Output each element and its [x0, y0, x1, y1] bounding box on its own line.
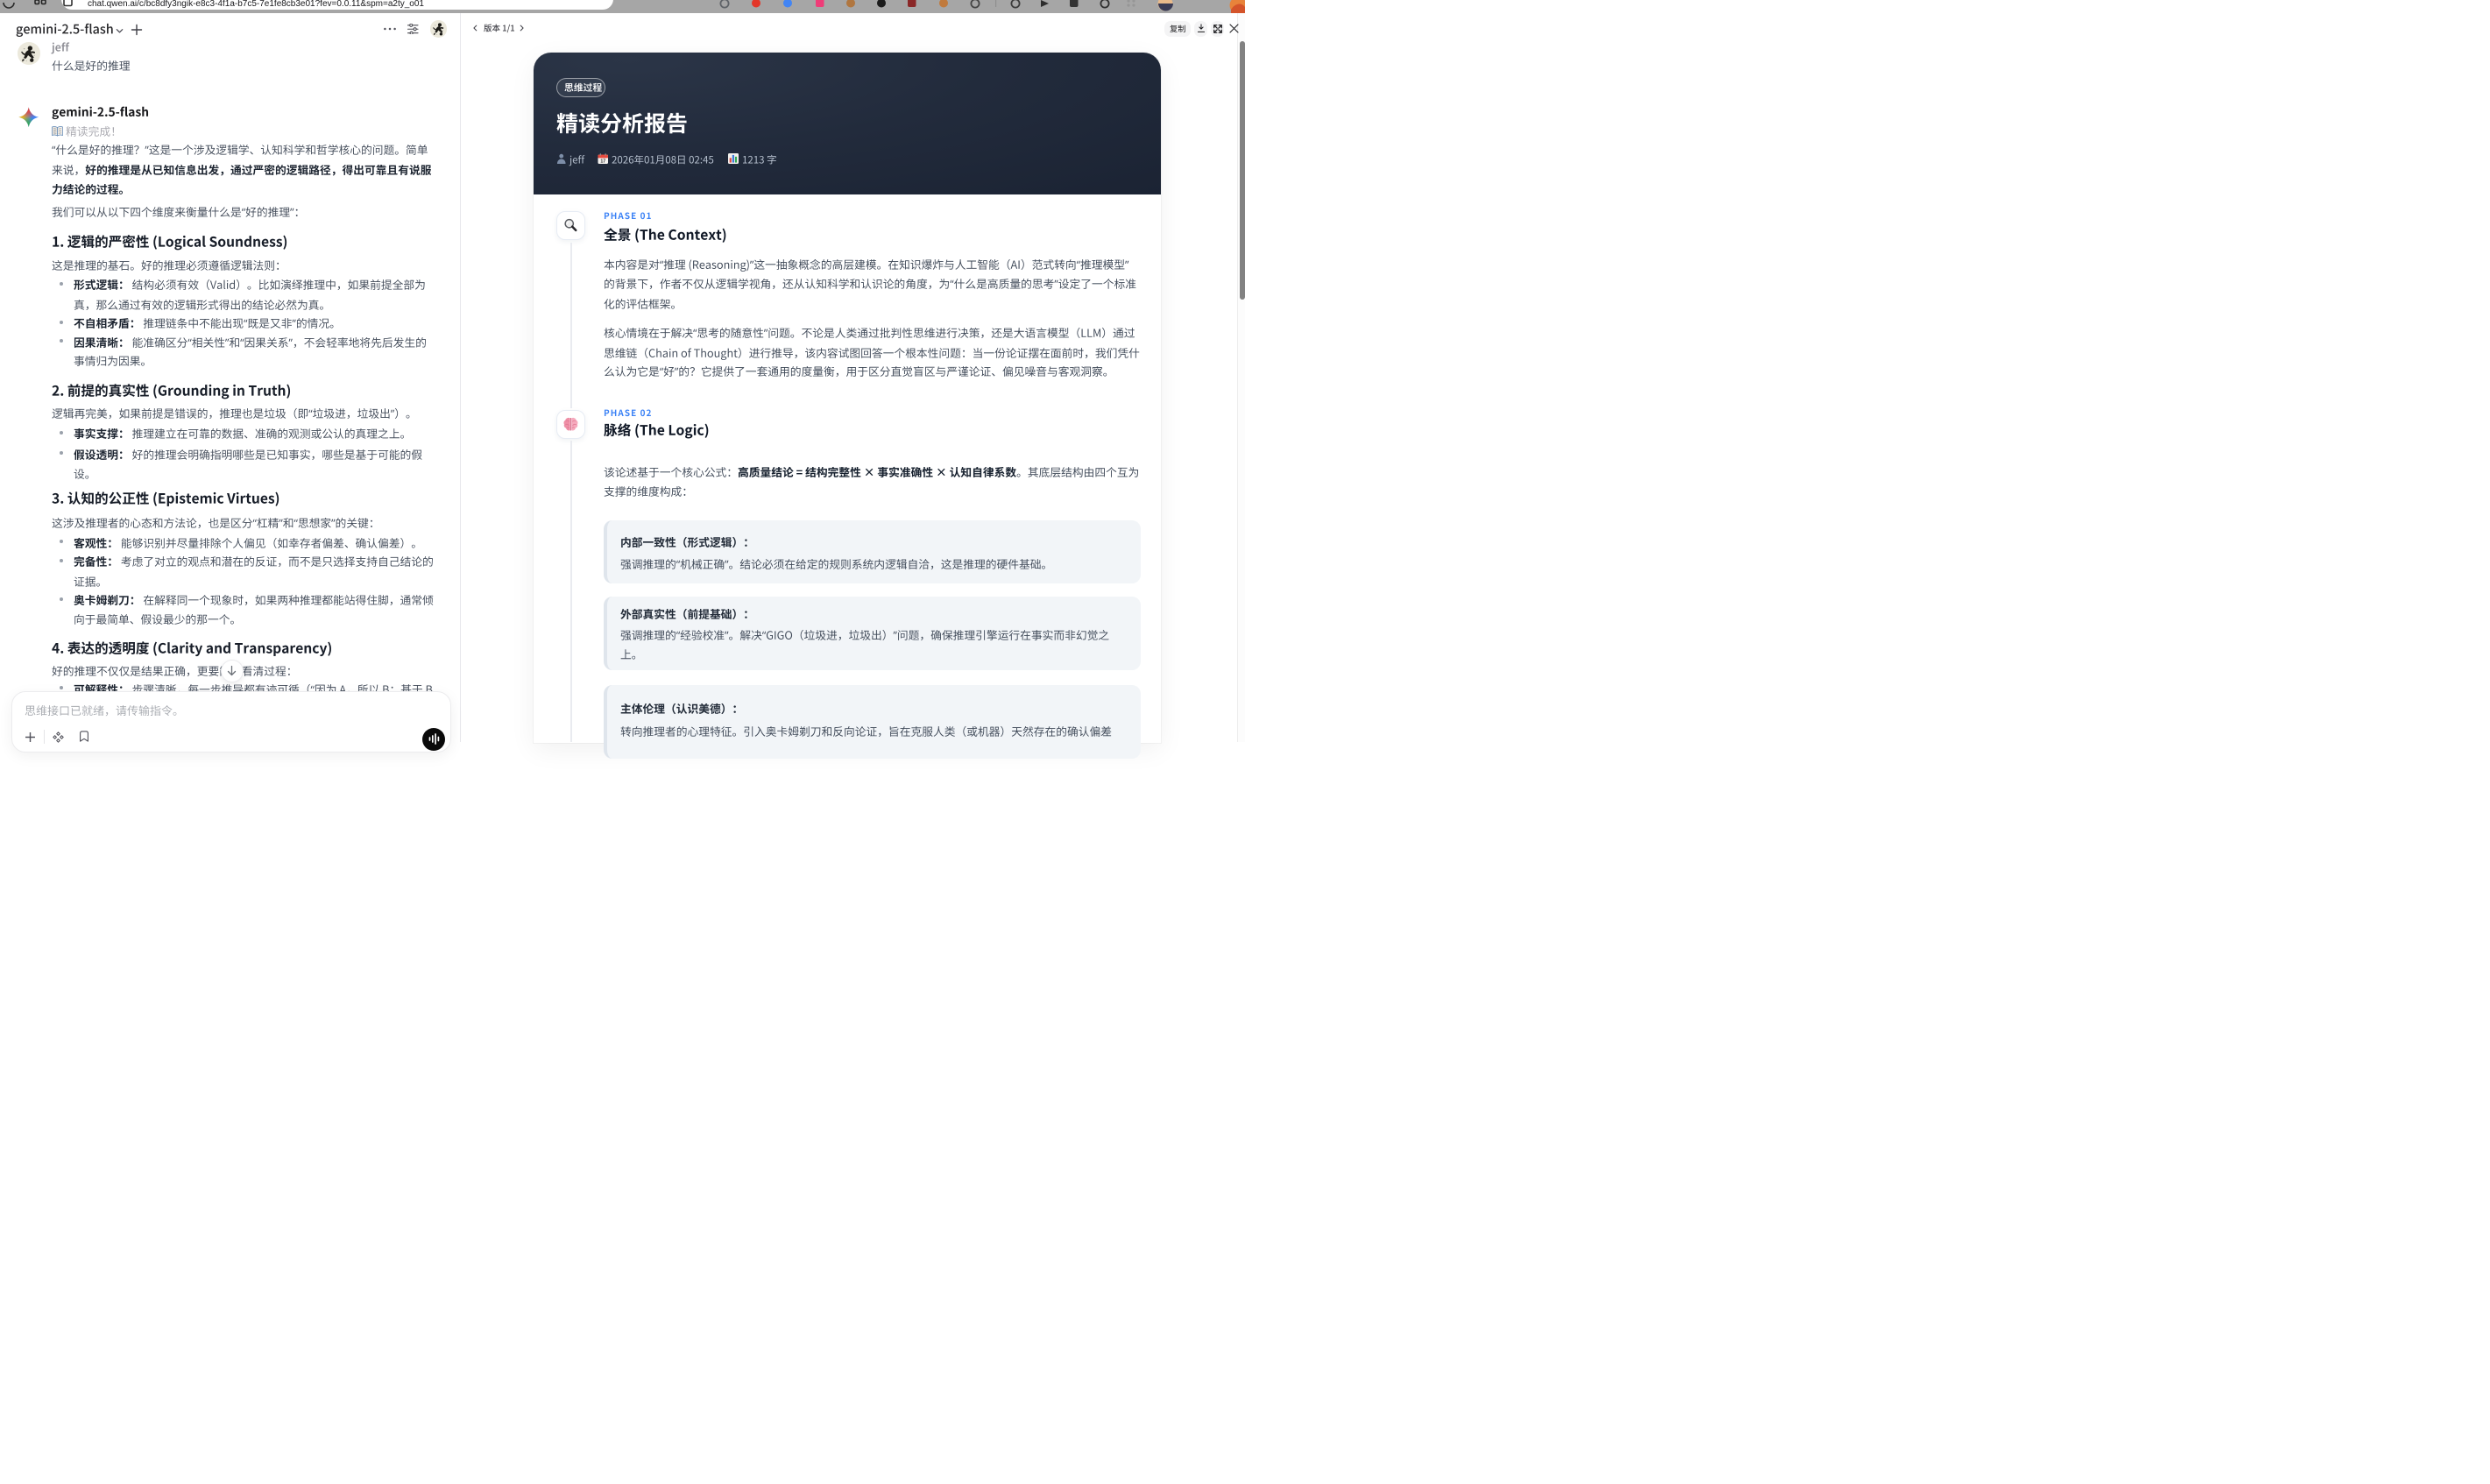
svg-text:17: 17: [600, 159, 605, 164]
